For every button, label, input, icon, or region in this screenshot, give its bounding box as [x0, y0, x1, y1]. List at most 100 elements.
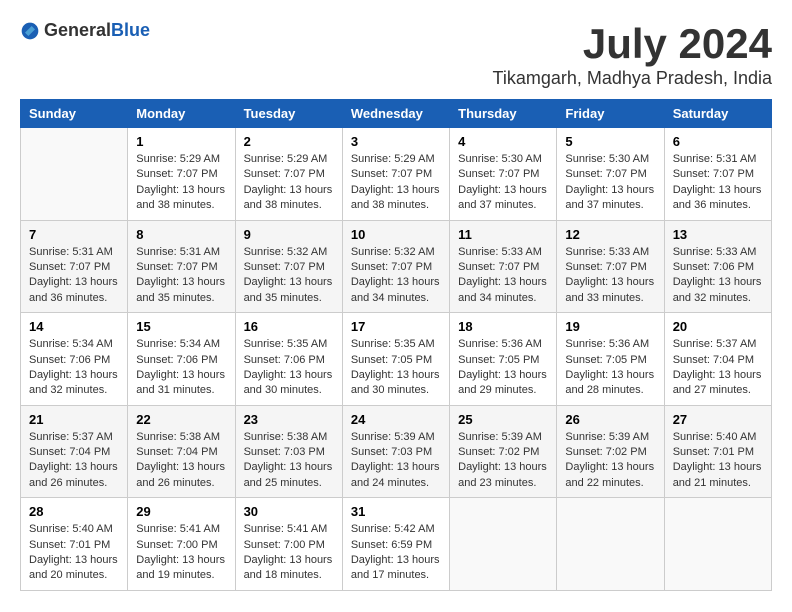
daylight-hours: Daylight: 13 hours and 18 minutes.: [244, 554, 333, 581]
sunset-time: Sunset: 7:04 PM: [136, 446, 217, 458]
table-row: [21, 128, 128, 221]
day-number: 17: [351, 319, 441, 334]
table-row: 28 Sunrise: 5:40 AM Sunset: 7:01 PM Dayl…: [21, 498, 128, 591]
sunset-time: Sunset: 7:06 PM: [673, 261, 754, 273]
sunrise-time: Sunrise: 5:34 AM: [136, 338, 220, 350]
day-number: 15: [136, 319, 226, 334]
day-number: 29: [136, 504, 226, 519]
sunrise-time: Sunrise: 5:41 AM: [244, 523, 328, 535]
daylight-hours: Daylight: 13 hours and 34 minutes.: [351, 276, 440, 303]
day-number: 23: [244, 412, 334, 427]
day-number: 22: [136, 412, 226, 427]
sunset-time: Sunset: 7:01 PM: [673, 446, 754, 458]
table-row: 26 Sunrise: 5:39 AM Sunset: 7:02 PM Dayl…: [557, 405, 664, 498]
sunset-time: Sunset: 7:07 PM: [351, 261, 432, 273]
sunrise-time: Sunrise: 5:39 AM: [351, 431, 435, 443]
sunset-time: Sunset: 7:07 PM: [458, 168, 539, 180]
sunset-time: Sunset: 7:07 PM: [565, 168, 646, 180]
daylight-hours: Daylight: 13 hours and 37 minutes.: [458, 184, 547, 211]
day-number: 14: [29, 319, 119, 334]
sunrise-time: Sunrise: 5:33 AM: [565, 246, 649, 258]
page-header: GeneralBlue July 2024 Tikamgarh, Madhya …: [20, 20, 772, 89]
month-year-title: July 2024: [493, 20, 772, 68]
daylight-hours: Daylight: 13 hours and 36 minutes.: [29, 276, 118, 303]
sunrise-time: Sunrise: 5:37 AM: [29, 431, 113, 443]
week-row-4: 21 Sunrise: 5:37 AM Sunset: 7:04 PM Dayl…: [21, 405, 772, 498]
table-row: 25 Sunrise: 5:39 AM Sunset: 7:02 PM Dayl…: [450, 405, 557, 498]
table-row: [450, 498, 557, 591]
sunrise-time: Sunrise: 5:30 AM: [458, 153, 542, 165]
table-row: 24 Sunrise: 5:39 AM Sunset: 7:03 PM Dayl…: [342, 405, 449, 498]
daylight-hours: Daylight: 13 hours and 38 minutes.: [351, 184, 440, 211]
daylight-hours: Daylight: 13 hours and 32 minutes.: [29, 369, 118, 396]
daylight-hours: Daylight: 13 hours and 20 minutes.: [29, 554, 118, 581]
daylight-hours: Daylight: 13 hours and 29 minutes.: [458, 369, 547, 396]
sunrise-time: Sunrise: 5:36 AM: [565, 338, 649, 350]
sunrise-time: Sunrise: 5:35 AM: [351, 338, 435, 350]
sunset-time: Sunset: 7:07 PM: [244, 261, 325, 273]
day-number: 6: [673, 134, 763, 149]
daylight-hours: Daylight: 13 hours and 21 minutes.: [673, 461, 762, 488]
table-row: [557, 498, 664, 591]
day-number: 8: [136, 227, 226, 242]
day-number: 21: [29, 412, 119, 427]
daylight-hours: Daylight: 13 hours and 35 minutes.: [244, 276, 333, 303]
day-number: 11: [458, 227, 548, 242]
sunrise-time: Sunrise: 5:40 AM: [29, 523, 113, 535]
table-row: 21 Sunrise: 5:37 AM Sunset: 7:04 PM Dayl…: [21, 405, 128, 498]
location-subtitle: Tikamgarh, Madhya Pradesh, India: [493, 68, 772, 89]
day-number: 1: [136, 134, 226, 149]
table-row: 22 Sunrise: 5:38 AM Sunset: 7:04 PM Dayl…: [128, 405, 235, 498]
daylight-hours: Daylight: 13 hours and 30 minutes.: [244, 369, 333, 396]
sunset-time: Sunset: 7:00 PM: [136, 539, 217, 551]
sunrise-time: Sunrise: 5:38 AM: [136, 431, 220, 443]
table-row: 15 Sunrise: 5:34 AM Sunset: 7:06 PM Dayl…: [128, 313, 235, 406]
sunrise-time: Sunrise: 5:42 AM: [351, 523, 435, 535]
week-row-5: 28 Sunrise: 5:40 AM Sunset: 7:01 PM Dayl…: [21, 498, 772, 591]
sunset-time: Sunset: 7:07 PM: [673, 168, 754, 180]
table-row: 30 Sunrise: 5:41 AM Sunset: 7:00 PM Dayl…: [235, 498, 342, 591]
day-number: 4: [458, 134, 548, 149]
day-number: 5: [565, 134, 655, 149]
logo-blue-text: Blue: [111, 20, 150, 40]
calendar-header-row: Sunday Monday Tuesday Wednesday Thursday…: [21, 100, 772, 128]
daylight-hours: Daylight: 13 hours and 38 minutes.: [136, 184, 225, 211]
day-number: 26: [565, 412, 655, 427]
table-row: 8 Sunrise: 5:31 AM Sunset: 7:07 PM Dayli…: [128, 220, 235, 313]
sunset-time: Sunset: 7:03 PM: [351, 446, 432, 458]
sunset-time: Sunset: 7:05 PM: [458, 354, 539, 366]
sunset-time: Sunset: 7:02 PM: [565, 446, 646, 458]
sunrise-time: Sunrise: 5:30 AM: [565, 153, 649, 165]
table-row: 5 Sunrise: 5:30 AM Sunset: 7:07 PM Dayli…: [557, 128, 664, 221]
daylight-hours: Daylight: 13 hours and 26 minutes.: [29, 461, 118, 488]
day-number: 13: [673, 227, 763, 242]
day-number: 9: [244, 227, 334, 242]
day-number: 16: [244, 319, 334, 334]
sunset-time: Sunset: 7:05 PM: [565, 354, 646, 366]
sunrise-time: Sunrise: 5:32 AM: [351, 246, 435, 258]
table-row: 1 Sunrise: 5:29 AM Sunset: 7:07 PM Dayli…: [128, 128, 235, 221]
daylight-hours: Daylight: 13 hours and 28 minutes.: [565, 369, 654, 396]
sunset-time: Sunset: 7:02 PM: [458, 446, 539, 458]
sunset-time: Sunset: 7:06 PM: [244, 354, 325, 366]
sunrise-time: Sunrise: 5:40 AM: [673, 431, 757, 443]
sunset-time: Sunset: 7:04 PM: [673, 354, 754, 366]
calendar-table: Sunday Monday Tuesday Wednesday Thursday…: [20, 99, 772, 591]
table-row: 31 Sunrise: 5:42 AM Sunset: 6:59 PM Dayl…: [342, 498, 449, 591]
col-saturday: Saturday: [664, 100, 771, 128]
table-row: 14 Sunrise: 5:34 AM Sunset: 7:06 PM Dayl…: [21, 313, 128, 406]
sunrise-time: Sunrise: 5:35 AM: [244, 338, 328, 350]
daylight-hours: Daylight: 13 hours and 34 minutes.: [458, 276, 547, 303]
week-row-1: 1 Sunrise: 5:29 AM Sunset: 7:07 PM Dayli…: [21, 128, 772, 221]
col-thursday: Thursday: [450, 100, 557, 128]
daylight-hours: Daylight: 13 hours and 33 minutes.: [565, 276, 654, 303]
sunrise-time: Sunrise: 5:33 AM: [673, 246, 757, 258]
day-number: 12: [565, 227, 655, 242]
sunset-time: Sunset: 7:06 PM: [29, 354, 110, 366]
table-row: 16 Sunrise: 5:35 AM Sunset: 7:06 PM Dayl…: [235, 313, 342, 406]
sunset-time: Sunset: 7:07 PM: [565, 261, 646, 273]
col-friday: Friday: [557, 100, 664, 128]
sunset-time: Sunset: 6:59 PM: [351, 539, 432, 551]
col-tuesday: Tuesday: [235, 100, 342, 128]
sunrise-time: Sunrise: 5:39 AM: [458, 431, 542, 443]
